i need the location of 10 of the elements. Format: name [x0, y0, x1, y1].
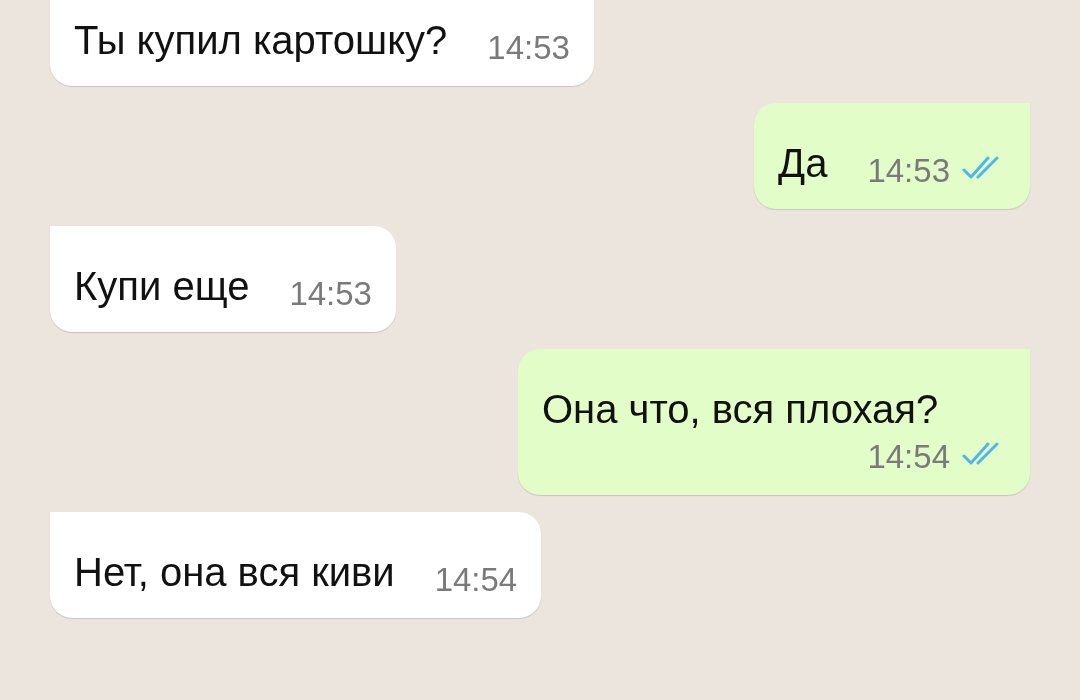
message-text: Да	[778, 140, 828, 187]
message-text: Ты купил картошку?	[74, 17, 448, 64]
message-time: 14:54	[867, 437, 950, 477]
message-time: 14:53	[487, 28, 570, 68]
message-text: Купи еще	[74, 263, 250, 310]
message-text: Она что, вся плохая?	[542, 386, 939, 433]
message-time: 14:54	[434, 560, 518, 600]
message-time: 14:53	[867, 151, 950, 191]
message-text: Нет, она вся киви	[74, 549, 395, 596]
message-time: 14:53	[289, 274, 372, 314]
